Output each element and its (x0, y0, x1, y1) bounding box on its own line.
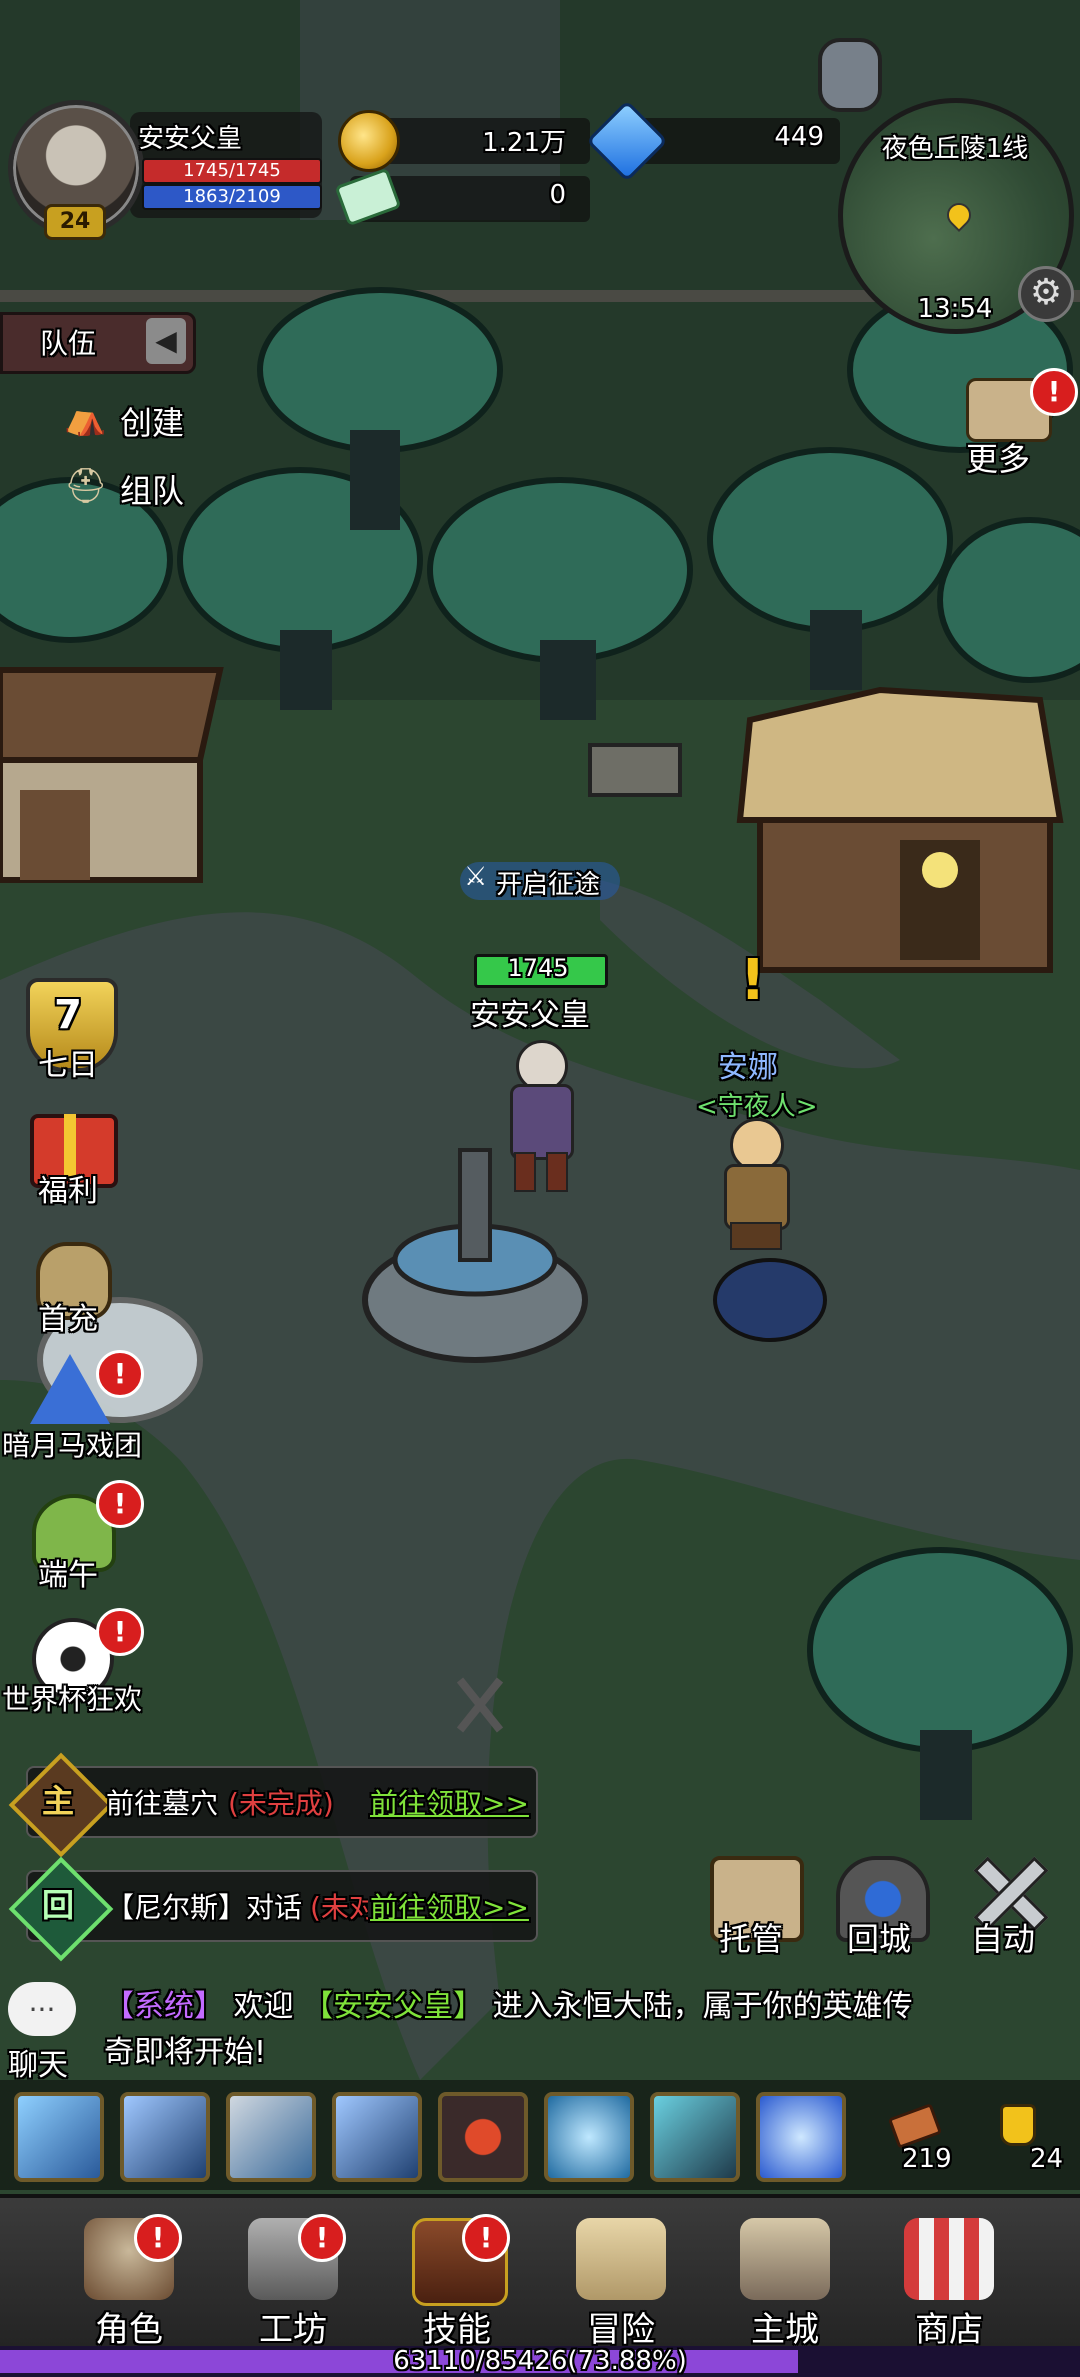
chat-label[interactable]: 聊天 (8, 2040, 68, 2084)
more-alert-badge-icon: ! (1030, 368, 1078, 416)
castle-icon (740, 2218, 830, 2300)
nav-character[interactable]: 角色 (54, 2210, 204, 2350)
xp-text: 63110/85426(73.88%) (393, 2346, 687, 2376)
join-team-icon: ⛑ (64, 466, 108, 506)
create-team-icon: ⛺ (64, 398, 107, 438)
spear-skill-icon[interactable] (14, 2092, 104, 2182)
nav-skills-label: 技能 (423, 2310, 491, 2350)
map-name: 夜色丘陵1线 (881, 134, 1029, 164)
whirlwind-skill-icon[interactable] (544, 2092, 634, 2182)
dragon-boat-label: 端午 (38, 1558, 98, 1593)
nav-skills-alert-icon: ! (462, 2214, 510, 2262)
nav-adventure[interactable]: 冒险 (546, 2210, 696, 2350)
return-city-button[interactable]: 回城 (824, 1914, 934, 1960)
gold-amount: 1.21万 (482, 128, 566, 158)
ticket-amount: 0 (549, 180, 566, 210)
chat-message[interactable]: 【系统】 欢迎 【安安父皇】 进入永恒大陆，属于你的英雄传 奇即将开始! (104, 1984, 1004, 2076)
more-label[interactable]: 更多 (966, 434, 1030, 480)
main-quest-go-link[interactable]: 前往领取>> (370, 1782, 529, 1822)
side-quest-text: 【尼尔斯】对话 (106, 1891, 303, 1924)
mp-bar: 1863/2109 (142, 184, 322, 210)
nav-skills[interactable]: 技能 (382, 2210, 532, 2350)
team-collapse-arrow-icon[interactable]: ◀ (146, 318, 186, 364)
player-character[interactable] (500, 1040, 578, 1192)
nav-workshop[interactable]: 工坊 (218, 2210, 368, 2350)
expedition-label: 开启征途 (496, 870, 601, 900)
join-team-button[interactable]: 组队 (120, 466, 184, 512)
nav-main-city-label: 主城 (751, 2310, 819, 2350)
adventure-map-icon (576, 2218, 666, 2300)
side-quest-type: 回 (41, 1886, 74, 1924)
npc-anna[interactable] (716, 1118, 792, 1250)
chat-player-name: 【安安父皇】 (303, 1989, 484, 2024)
pierce-skill-icon[interactable] (120, 2092, 210, 2182)
hp-bar: 1745/1745 (142, 158, 322, 184)
target-skill-icon[interactable] (438, 2092, 528, 2182)
map-location-pin-icon (942, 198, 976, 232)
main-quest-type: 主 (41, 1782, 74, 1820)
welfare-label: 福利 (38, 1174, 98, 1209)
auto-battle-button[interactable]: 自动 (948, 1914, 1058, 1960)
chat-text-c: 奇即将开始! (104, 2035, 267, 2070)
first-charge-label: 首充 (38, 1302, 98, 1337)
nav-character-label: 角色 (95, 2310, 163, 2350)
player-world-hp: 1745 (507, 954, 569, 982)
ice-shield-skill-icon[interactable] (756, 2092, 846, 2182)
main-quest-text: 前往墓穴 (106, 1787, 219, 1820)
item1-count: 219 (902, 2144, 952, 2174)
nav-character-alert-icon: ! (134, 2214, 182, 2262)
diamond-amount: 449 (774, 122, 824, 152)
team-tab-label: 队伍 (40, 327, 97, 360)
gold-coin-icon[interactable] (338, 110, 400, 172)
map-time: 13:54 (917, 294, 993, 324)
world-cup-alert-badge-icon: ! (96, 1608, 144, 1656)
circus-label: 暗月马戏团 (1, 1429, 142, 1462)
npc-name: 安娜 (718, 1050, 778, 1085)
auto-manage-button[interactable]: 托管 (696, 1914, 806, 1960)
chat-system-tag: 【系统】 (104, 1989, 224, 2024)
nav-workshop-label: 工坊 (259, 2310, 327, 2350)
circus-alert-badge-icon: ! (96, 1350, 144, 1398)
pierce-skill-icon[interactable] (332, 2092, 422, 2182)
seven-day-label: 七日 (38, 1048, 98, 1083)
main-quest-status: (未完成) (228, 1787, 334, 1820)
chat-text-a: 欢迎 (233, 1989, 294, 2024)
nav-workshop-alert-icon: ! (298, 2214, 346, 2262)
player-world-name: 安安父皇 (470, 998, 590, 1033)
create-team-button[interactable]: 创建 (120, 398, 184, 444)
settings-gear-icon[interactable]: ⚙ (1018, 266, 1074, 322)
drink-icon[interactable] (1000, 2104, 1036, 2146)
nav-shop-label: 商店 (915, 2310, 983, 2350)
chain-skill-icon[interactable] (650, 2092, 740, 2182)
side-quest-go-link[interactable]: 前往领取>> (370, 1886, 529, 1926)
player-name: 安安父皇 (138, 124, 243, 154)
nav-main-city[interactable]: 主城 (710, 2210, 860, 2350)
nav-shop[interactable]: 商店 (874, 2210, 1024, 2350)
chat-bubble-icon[interactable]: ... (8, 1982, 76, 2036)
player-level-badge: 24 (44, 204, 106, 240)
expedition-sword-icon: ⚔ (464, 862, 488, 892)
side-quest-status: (未对 (310, 1891, 368, 1924)
item2-count: 24 (1030, 2144, 1064, 2174)
shop-stall-icon (904, 2218, 994, 2300)
nav-adventure-label: 冒险 (587, 2310, 655, 2350)
dragon-boat-alert-badge-icon: ! (96, 1480, 144, 1528)
chat-text-b: 进入永恒大陆，属于你的英雄传 (492, 1989, 913, 2024)
world-cup-label: 世界杯狂欢 (1, 1683, 142, 1716)
npc-quest-exclamation: ! (740, 948, 766, 1013)
whistle-skill-icon[interactable] (226, 2092, 316, 2182)
